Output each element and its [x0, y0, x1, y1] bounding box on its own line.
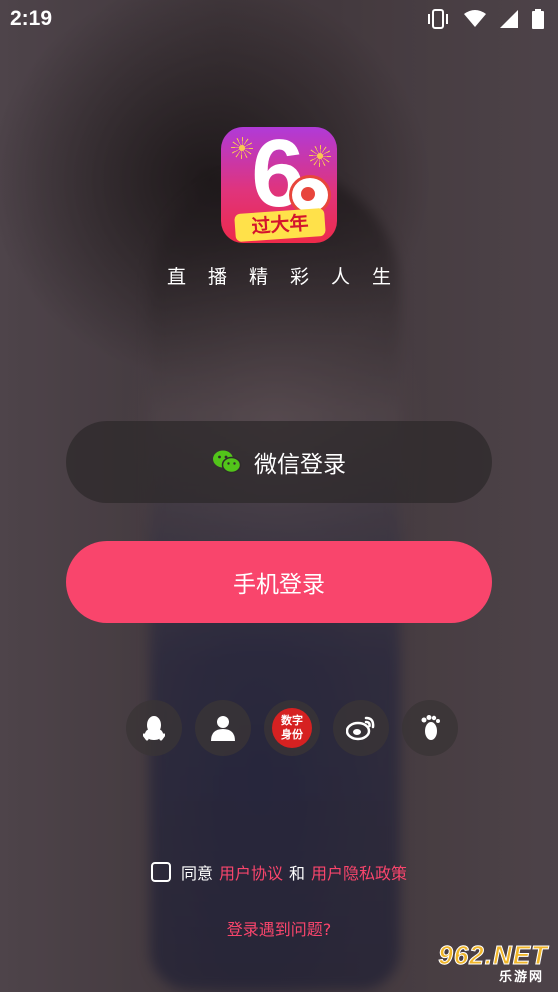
status-bar: 2:19 — [0, 0, 558, 38]
wechat-icon — [213, 450, 242, 474]
wifi-icon — [464, 10, 486, 27]
vibrate-icon — [428, 9, 448, 29]
digital-id-login-button[interactable]: 数字 身份 — [264, 700, 320, 756]
signal-icon — [500, 10, 518, 28]
phone-login-button[interactable]: 手机登录 — [66, 541, 492, 623]
visitor-login-button[interactable] — [402, 700, 458, 756]
logo-banner: 过大年 — [234, 207, 326, 243]
digital-id-label-top: 数字 — [281, 714, 303, 727]
agreement-row: 同意 用户协议 和 用户隐私政策 — [0, 860, 558, 884]
digital-id-icon: 数字 身份 — [272, 708, 312, 748]
weibo-login-button[interactable] — [333, 700, 389, 756]
status-icons — [426, 9, 544, 29]
qq-login-button[interactable] — [126, 700, 182, 756]
phone-login-label: 手机登录 — [233, 572, 325, 598]
status-time: 2:19 — [10, 7, 53, 30]
agreement-and: 和 — [289, 864, 306, 883]
privacy-policy-link[interactable]: 用户隐私政策 — [311, 860, 407, 884]
watermark-sub: 乐游网 — [498, 970, 544, 985]
wechat-login-label: 微信登录 — [254, 452, 346, 478]
app-slogan: 直播精彩人生 — [166, 266, 413, 288]
login-help-link[interactable]: 登录遇到问题? — [0, 916, 558, 940]
wechat-login-button[interactable]: 微信登录 — [66, 421, 492, 503]
app-logo: 6 过大年 — [221, 127, 337, 243]
agreement-checkbox[interactable] — [150, 862, 171, 882]
watermark-logo: 962.NET 乐游网 — [420, 940, 552, 986]
weibo-icon — [346, 716, 375, 741]
footprint-icon — [421, 715, 440, 740]
user-agreement-link[interactable]: 用户协议 — [219, 860, 283, 884]
account-login-button[interactable] — [195, 700, 251, 756]
qq-penguin-icon — [143, 716, 165, 741]
agreement-prefix: 同意 — [180, 864, 213, 883]
battery-icon — [532, 9, 544, 29]
digital-id-label-bottom: 身份 — [281, 728, 303, 741]
alternative-login-options: 数字 身份 — [126, 700, 458, 756]
user-icon — [211, 716, 235, 741]
